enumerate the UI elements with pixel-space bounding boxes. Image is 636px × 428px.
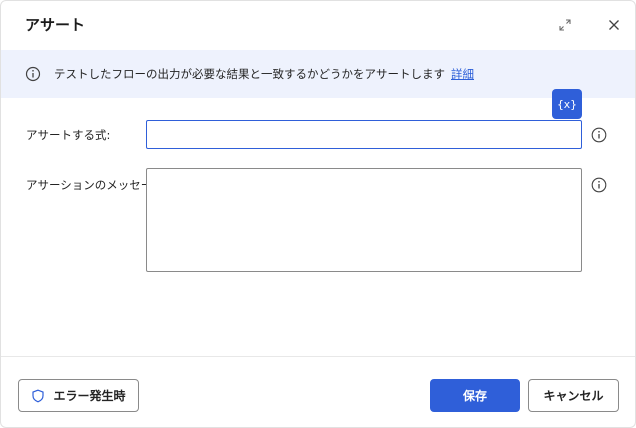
on-error-button[interactable]: エラー発生時 <box>18 379 139 412</box>
close-button[interactable] <box>602 13 626 37</box>
close-icon <box>609 20 619 30</box>
on-error-label: エラー発生時 <box>53 389 126 403</box>
info-icon[interactable] <box>591 177 607 193</box>
cancel-button[interactable]: キャンセル <box>528 379 619 412</box>
info-icon <box>25 66 41 82</box>
message-input[interactable] <box>146 168 582 272</box>
expression-input[interactable] <box>146 120 582 149</box>
info-message: テストしたフローの出力が必要な結果と一致するかどうかをアサートします <box>54 67 445 81</box>
assert-dialog: アサート テストしたフローの出力が必要な結果と一致するかどうかをアサートします詳… <box>0 0 636 428</box>
dialog-title: アサート <box>25 16 86 34</box>
info-text: テストしたフローの出力が必要な結果と一致するかどうかをアサートします 詳細 <box>54 66 474 82</box>
shield-icon <box>32 389 45 402</box>
footer-divider <box>1 356 635 357</box>
info-icon[interactable] <box>591 127 607 143</box>
variables-button[interactable]: {x} <box>552 89 582 119</box>
info-bar: テストしたフローの出力が必要な結果と一致するかどうかをアサートします 詳細 <box>1 50 635 98</box>
save-button[interactable]: 保存 <box>430 379 520 412</box>
expression-label: アサートする式: <box>26 128 111 142</box>
details-link[interactable]: 詳細 <box>451 67 474 81</box>
expand-button[interactable] <box>553 13 577 37</box>
expand-icon <box>559 19 571 31</box>
